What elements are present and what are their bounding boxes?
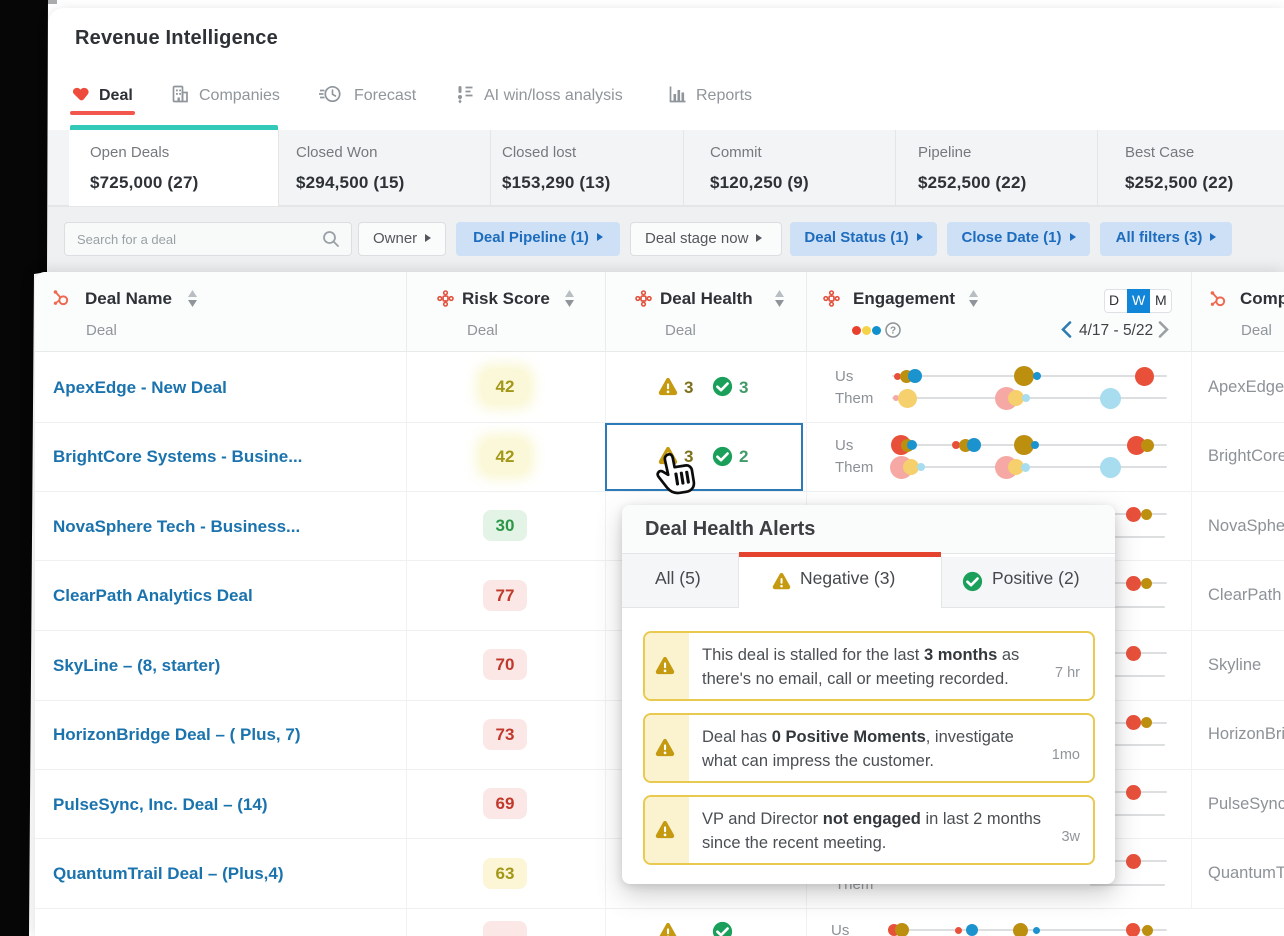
svg-text:?: ? (890, 326, 896, 337)
